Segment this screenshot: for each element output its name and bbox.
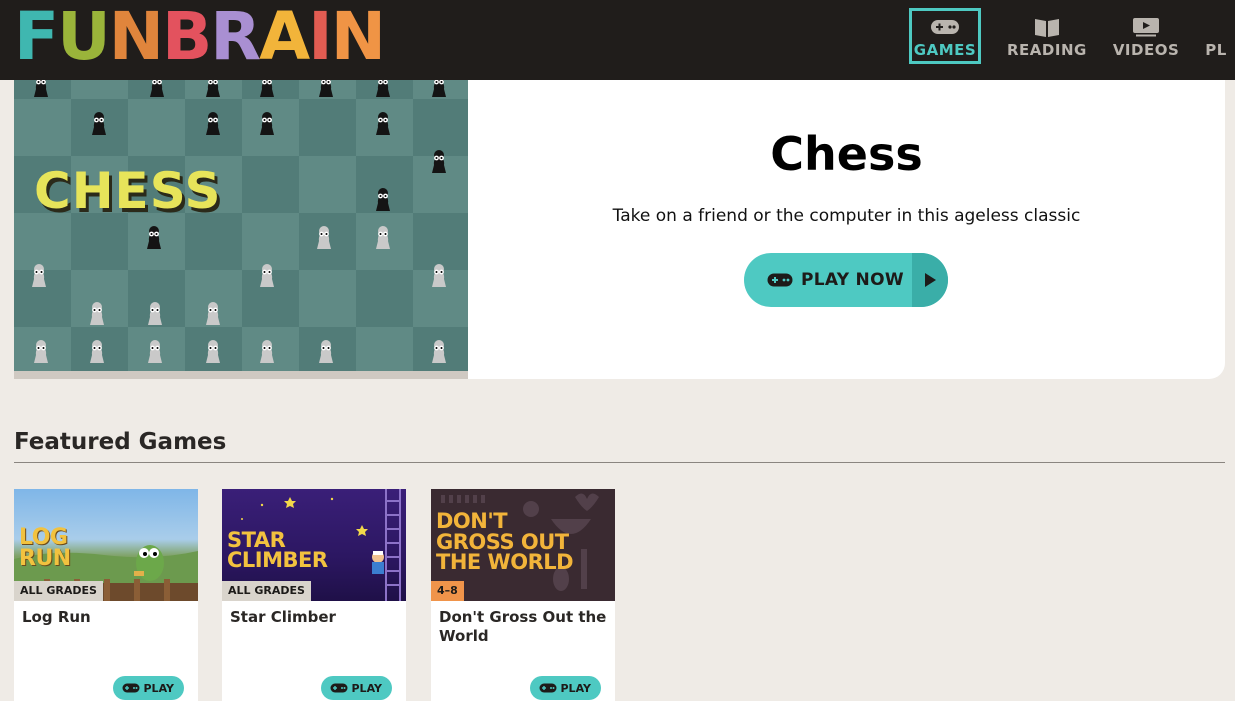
logo-letter-i: I <box>308 0 333 75</box>
gamepad-icon <box>767 273 793 287</box>
game-card-star-climber[interactable]: STAR CLIMBER ALL GRADES Star Climber PLA… <box>222 489 406 701</box>
nav-more-cutoff[interactable]: PL <box>1205 8 1227 64</box>
video-icon <box>1132 16 1160 38</box>
game-thumbnail: LOG RUN ALL GRADES <box>14 489 198 601</box>
game-card-title: Star Climber <box>230 608 336 626</box>
logo-letter-n: N <box>108 0 164 75</box>
game-thumbnail: DON'T GROSS OUT THE WORLD 4–8 <box>431 489 615 601</box>
nav-reading-label: READING <box>1007 41 1087 59</box>
section-divider <box>14 462 1225 463</box>
nav-videos-label: VIDEOS <box>1112 41 1180 59</box>
gamepad-icon <box>330 683 347 693</box>
logo-letter-r: R <box>210 0 261 75</box>
nav-games-label: GAMES <box>913 41 977 59</box>
logo-letter-a: A <box>259 0 310 75</box>
page-title: Chess <box>770 127 923 181</box>
gamepad-icon <box>122 683 139 693</box>
featured-games-heading: Featured Games <box>14 429 227 455</box>
thumb-title-line-2: RUN <box>19 546 71 571</box>
card-play-button[interactable]: PLAY <box>320 676 392 700</box>
nav-videos[interactable]: VIDEOS <box>1113 8 1179 64</box>
thumb-title-line-3: THE WORLD <box>436 550 574 574</box>
card-play-label: PLAY <box>143 681 175 695</box>
game-card-title: Don't Gross Out the World <box>439 608 607 645</box>
game-thumbnail: STAR CLIMBER ALL GRADES <box>222 489 406 601</box>
logo-letter-f: F <box>14 0 59 75</box>
main-nav: GAMES READING VIDEOS PL <box>909 8 1235 64</box>
card-play-label: PLAY <box>351 681 383 695</box>
logo-letter-b: B <box>161 0 212 75</box>
site-header: F U N B R A I N GAMES READING VIDEOS PL <box>0 0 1235 80</box>
game-card-title: Log Run <box>22 608 91 626</box>
game-card-dont-gross-out-the-world[interactable]: DON'T GROSS OUT THE WORLD 4–8 Don't Gros… <box>431 489 615 701</box>
play-arrow-icon <box>912 253 948 307</box>
grade-badge: ALL GRADES <box>222 581 311 601</box>
board-title: CHESS <box>34 162 222 220</box>
gamepad-icon <box>930 16 960 38</box>
gamepad-icon <box>539 683 556 693</box>
card-play-button[interactable]: PLAY <box>529 676 601 700</box>
chess-board-image[interactable]: CHESS <box>14 60 468 371</box>
grade-badge: ALL GRADES <box>14 581 103 601</box>
card-play-label: PLAY <box>560 681 592 695</box>
play-now-label: PLAY NOW <box>801 270 904 290</box>
card-play-button[interactable]: PLAY <box>112 676 184 700</box>
nav-games[interactable]: GAMES <box>909 8 981 64</box>
logo-letter-u: U <box>57 0 111 75</box>
grade-badge: 4–8 <box>431 581 464 601</box>
book-icon <box>1033 16 1061 38</box>
nav-more-label: PL <box>1205 41 1227 59</box>
game-description: Take on a friend or the computer in this… <box>612 206 1081 226</box>
thumb-title-line-1: DON'T <box>436 509 508 533</box>
nav-reading[interactable]: READING <box>1007 8 1087 64</box>
game-card-log-run[interactable]: LOG RUN ALL GRADES Log Run PLAY <box>14 489 198 701</box>
play-now-button[interactable]: PLAY NOW <box>744 253 948 307</box>
logo-letter-n2: N <box>330 0 386 75</box>
board-shadow <box>14 371 468 379</box>
funbrain-logo[interactable]: F U N B R A I N <box>14 0 386 75</box>
thumb-title-line-2: CLIMBER <box>227 548 328 572</box>
